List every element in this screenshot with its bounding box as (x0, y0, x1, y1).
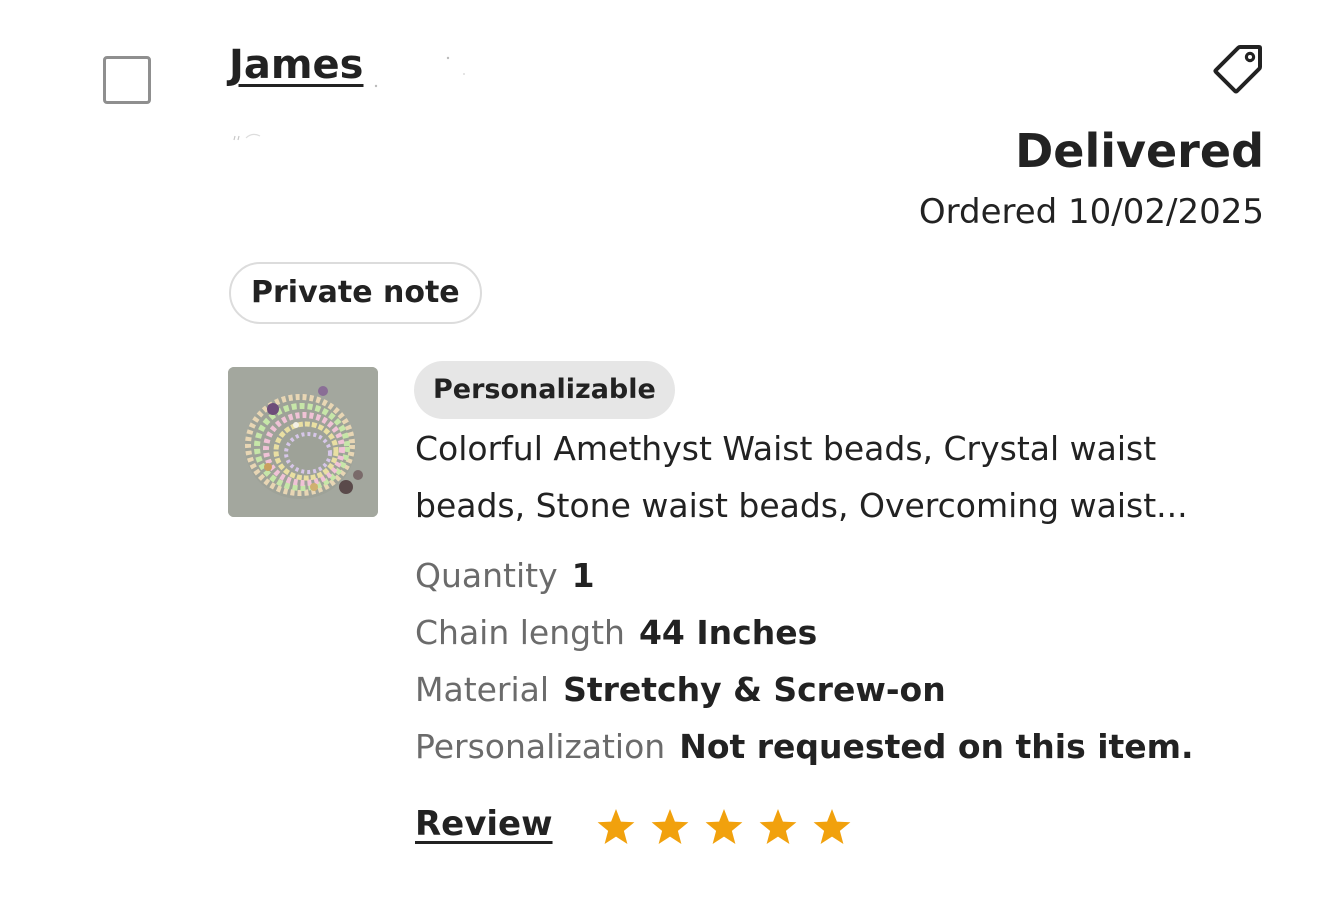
attribute-label: Chain length (415, 613, 625, 652)
order-date: Ordered 10/02/2025 (918, 192, 1264, 232)
attribute-label: Quantity (415, 556, 558, 595)
star-icon[interactable] (650, 807, 690, 847)
attribute-value: 44 Inches (638, 613, 818, 652)
buyer-name-link[interactable]: James (229, 42, 364, 88)
order-select-checkbox[interactable] (103, 56, 151, 104)
attribute-value: Not requested on this item. (679, 727, 1194, 766)
attribute-chain-length: Chain length 44 Inches (415, 613, 817, 652)
attribute-value: 1 (571, 556, 595, 595)
personalizable-badge: Personalizable (414, 361, 675, 419)
star-rating[interactable] (596, 807, 852, 847)
redacted-text-artifact (374, 56, 465, 88)
redacted-text-artifact (233, 133, 261, 141)
product-title-line: beads, Stone waist beads, Overcoming wai… (415, 486, 1188, 525)
attribute-label: Material (415, 670, 550, 709)
star-icon[interactable] (812, 807, 852, 847)
order-status: Delivered (1015, 124, 1264, 178)
star-icon[interactable] (704, 807, 744, 847)
attribute-material: Material Stretchy & Screw-on (415, 670, 946, 709)
attribute-value: Stretchy & Screw-on (563, 670, 946, 709)
review-link[interactable]: Review (415, 804, 553, 844)
product-title-link[interactable]: Colorful Amethyst Waist beads, Crystal w… (415, 420, 1235, 534)
attribute-label: Personalization (415, 727, 666, 766)
waist-beads-image-icon (228, 367, 378, 517)
tag-icon[interactable] (1213, 42, 1265, 94)
product-thumbnail[interactable] (228, 367, 378, 517)
product-title-line: Colorful Amethyst Waist beads, Crystal w… (415, 429, 1157, 468)
private-note-button[interactable]: Private note (229, 262, 482, 324)
attribute-quantity: Quantity 1 (415, 556, 595, 595)
star-icon[interactable] (758, 807, 798, 847)
star-icon[interactable] (596, 807, 636, 847)
attribute-personalization: Personalization Not requested on this ite… (415, 727, 1194, 766)
